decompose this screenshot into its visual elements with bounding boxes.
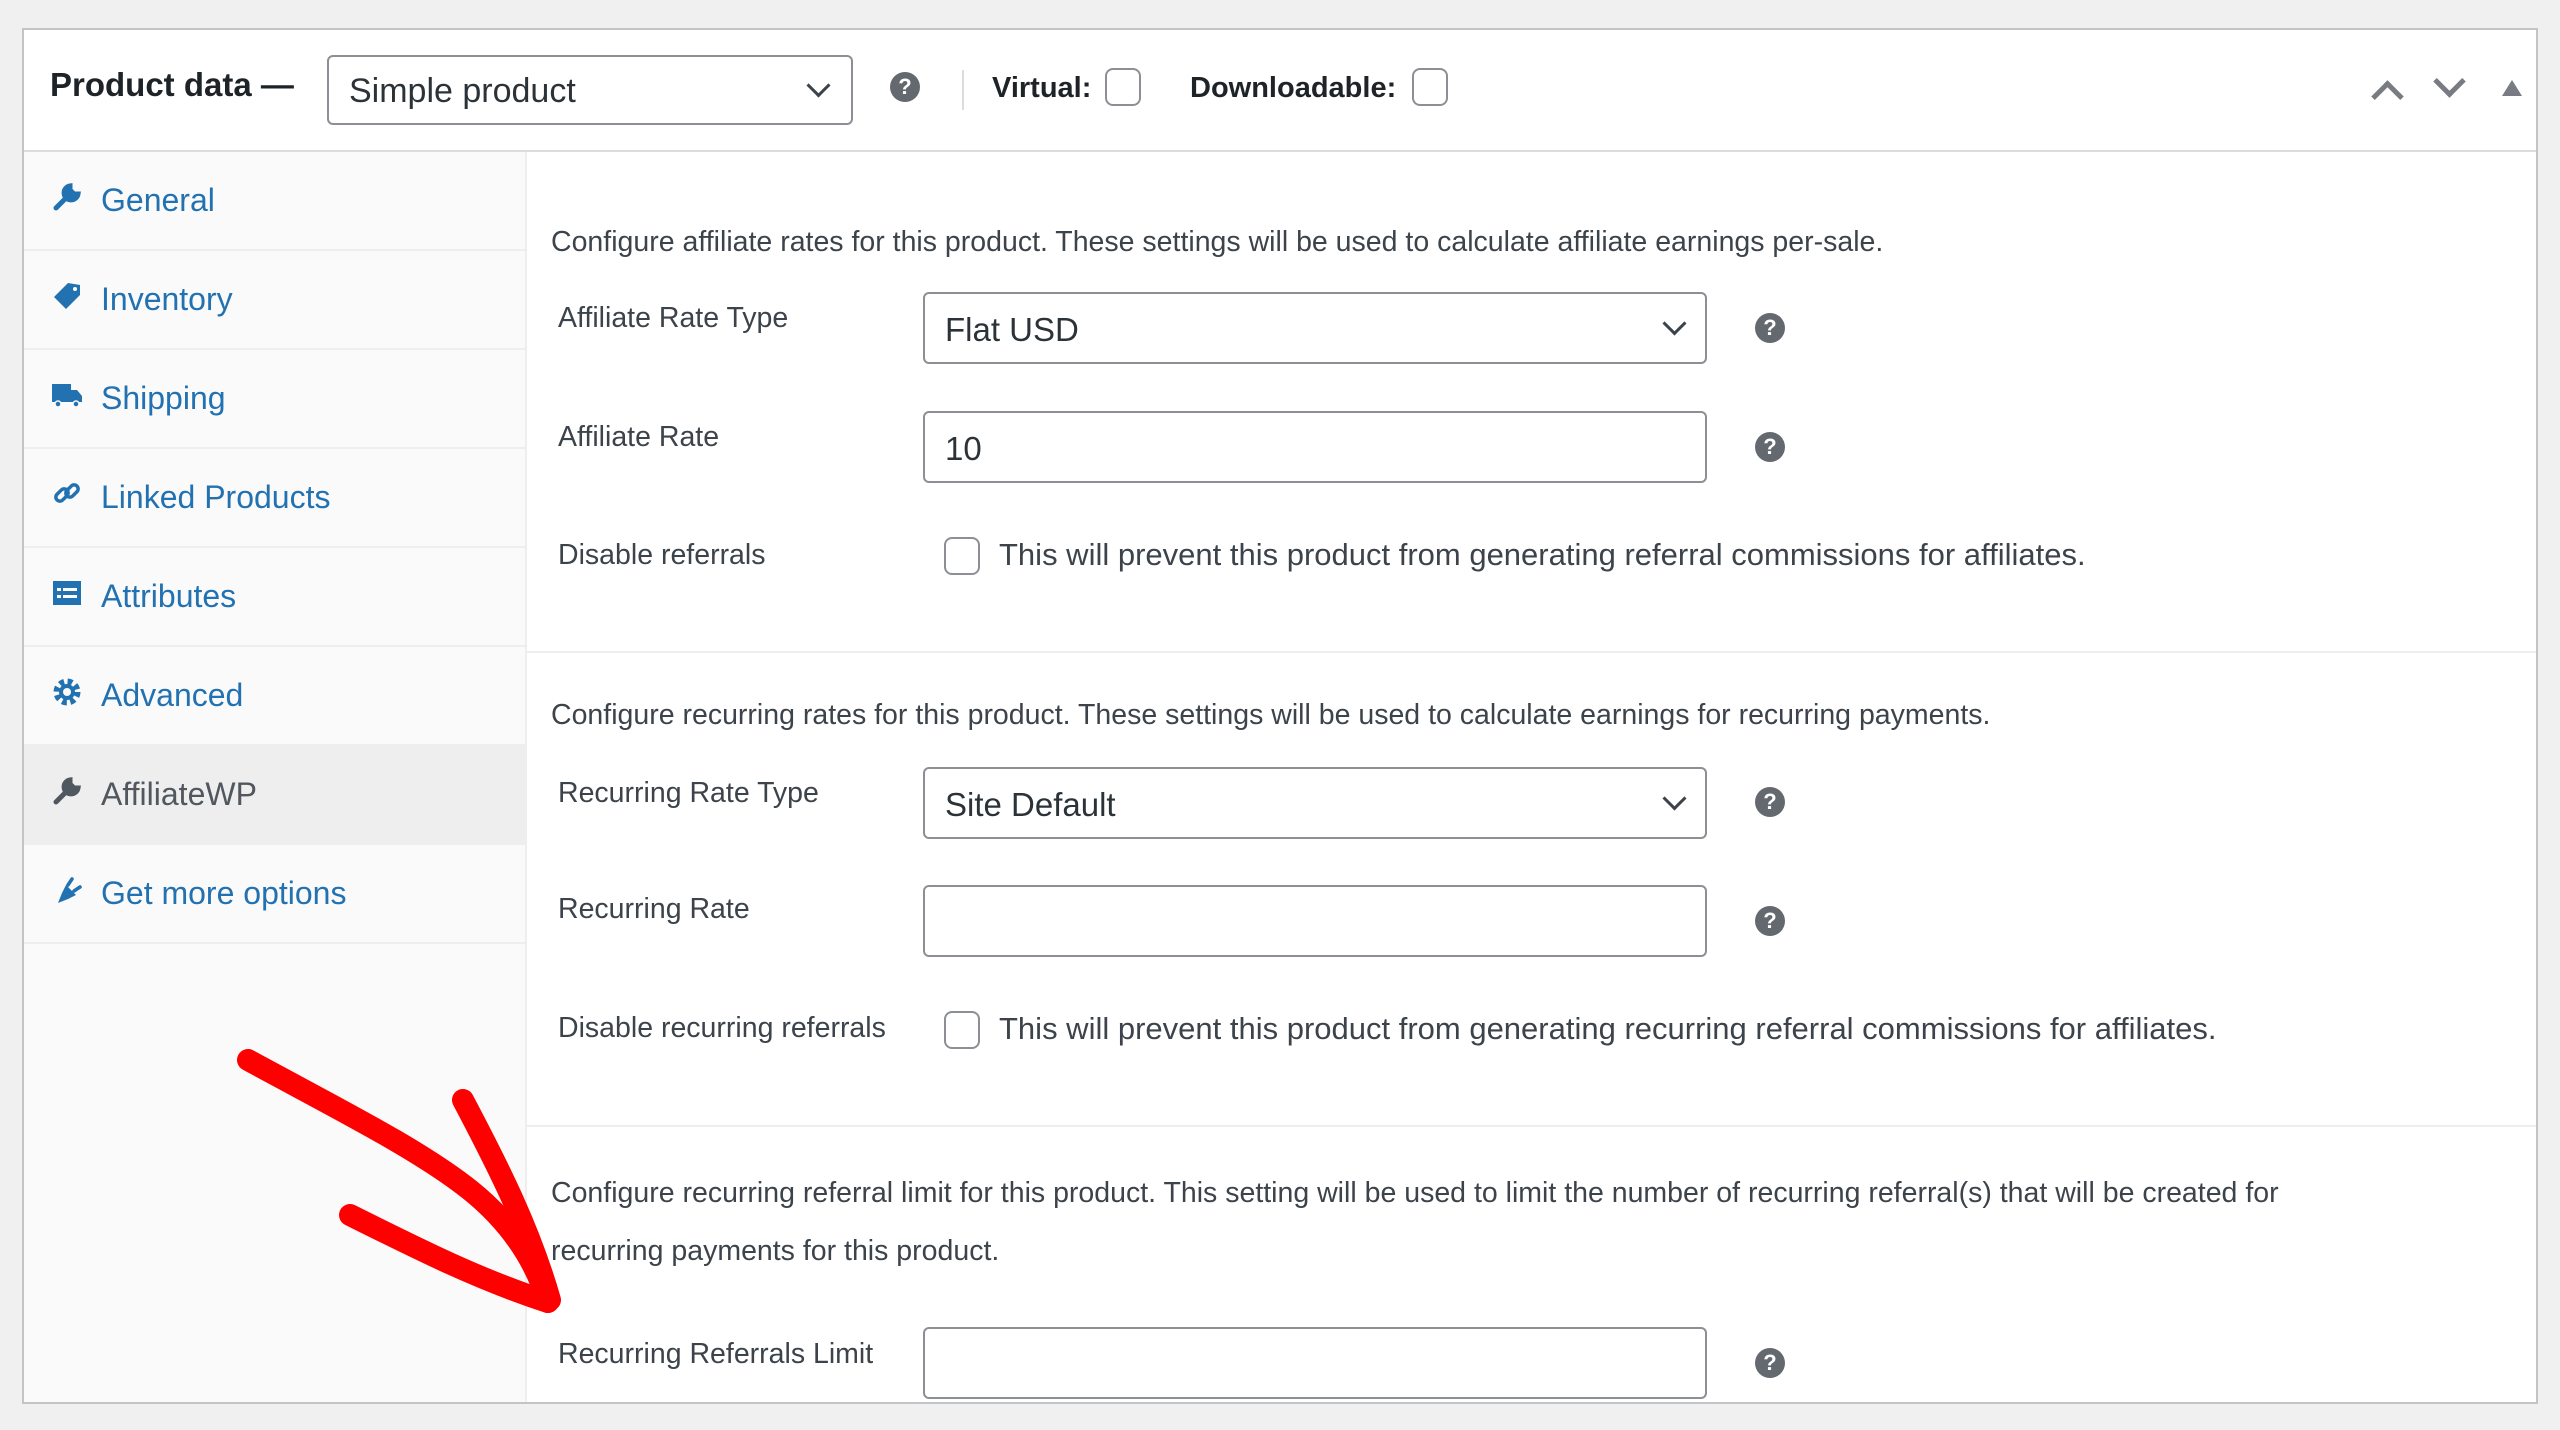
- help-icon[interactable]: ?: [1755, 787, 1785, 817]
- product-data-tabs: General Inventory Shipping Linked Produc…: [24, 152, 527, 1402]
- tab-inventory[interactable]: Inventory: [24, 251, 525, 350]
- help-icon[interactable]: ?: [1755, 906, 1785, 936]
- tab-advanced[interactable]: Advanced: [24, 647, 525, 746]
- collapse-toggle-icon[interactable]: [2502, 80, 2522, 96]
- affiliate-rate-input[interactable]: 10: [923, 411, 1707, 483]
- recurring-rate-type-label: Recurring Rate Type: [558, 777, 819, 809]
- tab-label: AffiliateWP: [101, 776, 257, 812]
- virtual-checkbox[interactable]: [1105, 68, 1141, 106]
- recurring-rate-type-value: Site Default: [945, 786, 1116, 823]
- product-data-panel: Product data — Simple product ? Virtual:…: [22, 28, 2538, 1404]
- tab-get-more-options[interactable]: Get more options: [24, 845, 525, 944]
- recurring-referrals-limit-input[interactable]: [923, 1327, 1707, 1399]
- list-table-icon: [53, 581, 81, 605]
- section-divider: [527, 1125, 2536, 1127]
- chevron-down-icon: [1662, 786, 1687, 811]
- tab-label: Attributes: [101, 578, 237, 614]
- tab-label: Advanced: [101, 677, 244, 713]
- recurring-rate-input[interactable]: [923, 885, 1707, 957]
- virtual-label: Virtual:: [992, 72, 1092, 104]
- recurring-referrals-limit-label: Recurring Referrals Limit: [558, 1338, 874, 1370]
- tab-general[interactable]: General: [24, 152, 525, 251]
- affiliatewp-settings: Configure affiliate rates for this produ…: [527, 152, 2536, 1402]
- chevron-down-icon: [1662, 311, 1687, 336]
- tab-label: Inventory: [101, 281, 233, 317]
- product-type-select[interactable]: Simple product: [327, 55, 853, 125]
- help-icon[interactable]: ?: [1755, 432, 1785, 462]
- section-divider: [527, 651, 2536, 653]
- wrench-icon: [53, 777, 81, 805]
- tab-label: General: [101, 182, 215, 218]
- tab-label: Get more options: [101, 875, 347, 911]
- help-icon[interactable]: ?: [1755, 313, 1785, 343]
- plug-icon: [58, 877, 82, 903]
- chevron-down-icon: [806, 73, 831, 98]
- tab-shipping[interactable]: Shipping: [24, 350, 525, 449]
- panel-title: Product data —: [50, 66, 294, 103]
- tab-label: Linked Products: [101, 479, 331, 515]
- wrench-icon: [53, 183, 81, 211]
- affiliate-rate-value: 10: [945, 430, 982, 467]
- gear-icon: [53, 678, 81, 706]
- limit-description-line1: Configure recurring referral limit for t…: [551, 1177, 2279, 1209]
- link-icon: [54, 483, 80, 503]
- divider: [962, 70, 964, 110]
- downloadable-label: Downloadable:: [1190, 72, 1397, 104]
- help-icon[interactable]: ?: [1755, 1348, 1785, 1378]
- tab-linked-products[interactable]: Linked Products: [24, 449, 525, 548]
- affiliate-rate-type-value: Flat USD: [945, 311, 1079, 348]
- disable-recurring-referrals-checkbox[interactable]: [944, 1011, 980, 1049]
- disable-recurring-referrals-label: Disable recurring referrals: [558, 1012, 886, 1044]
- disable-referrals-label: Disable referrals: [558, 539, 766, 571]
- recurring-rate-type-select[interactable]: Site Default: [923, 767, 1707, 839]
- recurring-rate-label: Recurring Rate: [558, 893, 750, 925]
- tab-attributes[interactable]: Attributes: [24, 548, 525, 647]
- limit-description-line2: recurring payments for this product.: [551, 1235, 1000, 1267]
- help-icon[interactable]: ?: [890, 72, 920, 102]
- disable-referrals-checkbox[interactable]: [944, 537, 980, 575]
- truck-icon: [52, 384, 82, 408]
- tag-icon: [54, 283, 80, 309]
- tab-affiliatewp[interactable]: AffiliateWP: [24, 746, 525, 845]
- affiliate-rate-label: Affiliate Rate: [558, 421, 720, 453]
- product-type-value: Simple product: [349, 72, 576, 110]
- affiliate-description: Configure affiliate rates for this produ…: [551, 226, 1884, 258]
- move-up-icon[interactable]: [2371, 80, 2404, 113]
- move-down-icon[interactable]: [2433, 65, 2466, 98]
- tab-label: Shipping: [101, 380, 226, 416]
- affiliate-rate-type-label: Affiliate Rate Type: [558, 302, 789, 334]
- affiliate-rate-type-select[interactable]: Flat USD: [923, 292, 1707, 364]
- disable-recurring-referrals-description: This will prevent this product from gene…: [999, 1011, 2217, 1046]
- panel-header: Product data — Simple product ? Virtual:…: [24, 30, 2536, 152]
- disable-referrals-description: This will prevent this product from gene…: [999, 537, 2086, 572]
- recurring-description: Configure recurring rates for this produ…: [551, 699, 1991, 731]
- downloadable-checkbox[interactable]: [1412, 68, 1448, 106]
